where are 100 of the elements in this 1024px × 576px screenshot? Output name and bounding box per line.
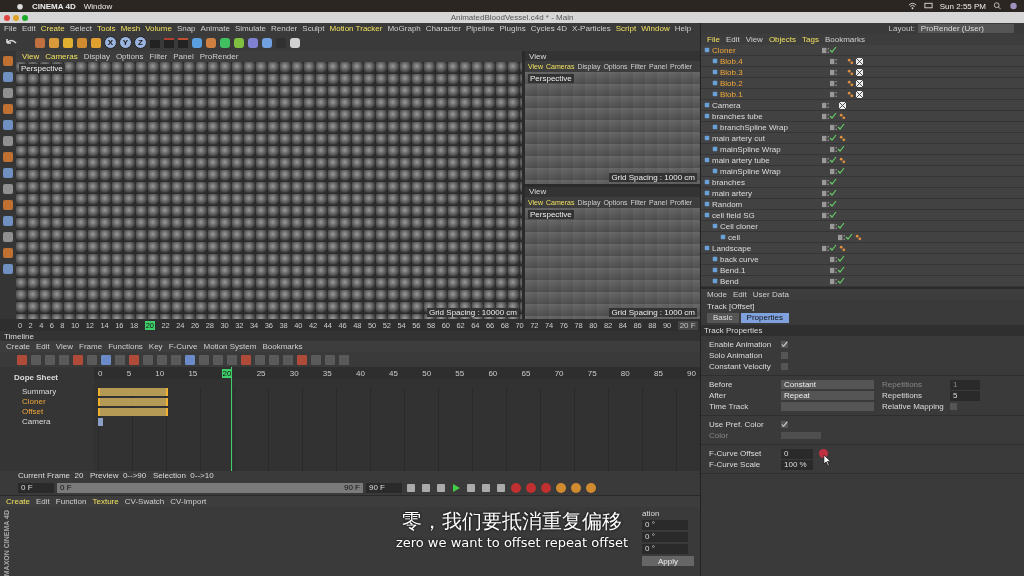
- menu-item[interactable]: View: [745, 35, 763, 44]
- enabled-check[interactable]: [837, 145, 845, 153]
- menu-item[interactable]: Tools: [96, 24, 116, 33]
- axis-lock-button[interactable]: X: [104, 36, 117, 49]
- tab[interactable]: Properties: [740, 313, 790, 323]
- object-name[interactable]: Blob.3: [720, 67, 743, 77]
- toolbar-icon[interactable]: [184, 353, 196, 366]
- viewport-render[interactable]: Perspective Grid Spacing : 1000 cm: [525, 207, 700, 319]
- enabled-check[interactable]: [829, 189, 837, 197]
- menu-item[interactable]: File: [707, 35, 720, 44]
- menu-item[interactable]: User Data: [752, 290, 789, 299]
- visibility-dots-icon[interactable]: [822, 134, 829, 142]
- object-name[interactable]: back curve: [720, 254, 759, 264]
- menu-item[interactable]: Edit: [36, 497, 50, 506]
- menu-item[interactable]: Script: [615, 24, 637, 33]
- menu-item[interactable]: Create: [6, 497, 30, 506]
- object-name[interactable]: Blob.4: [720, 56, 743, 66]
- object-name[interactable]: Blob.2: [720, 78, 743, 88]
- menu-item[interactable]: Motion Tracker: [329, 24, 383, 33]
- object-name[interactable]: Bend: [720, 276, 739, 286]
- visibility-dots-icon[interactable]: [822, 156, 829, 164]
- tool-icon[interactable]: [2, 55, 14, 67]
- visibility-dots-icon[interactable]: [830, 123, 837, 131]
- menu-item[interactable]: Filter: [149, 52, 168, 61]
- menu-item[interactable]: Objects: [768, 35, 796, 44]
- phong-tag-icon[interactable]: [855, 233, 862, 241]
- toolbar-icon[interactable]: [34, 36, 46, 49]
- visibility-dots-icon[interactable]: [830, 57, 837, 65]
- visibility-dots-icon[interactable]: [822, 189, 829, 197]
- tool-icon[interactable]: [2, 263, 14, 275]
- visibility-dots-icon[interactable]: [830, 266, 837, 274]
- toolbar-icon[interactable]: [191, 36, 203, 49]
- viewport-render[interactable]: Perspective Grid Spacing : 1000 cm: [525, 72, 700, 184]
- toolbar-icon[interactable]: [219, 36, 231, 49]
- object-name[interactable]: Bend.1: [720, 265, 746, 275]
- phong-tag-icon[interactable]: [839, 156, 846, 164]
- toolbar-icon[interactable]: [76, 36, 88, 49]
- toolbar-icon[interactable]: [100, 353, 112, 366]
- menu-item[interactable]: Plugins: [499, 24, 526, 33]
- visibility-dots-icon[interactable]: [822, 112, 829, 120]
- enabled-check[interactable]: [829, 46, 837, 54]
- menu-item[interactable]: Bookmarks: [262, 342, 303, 351]
- enabled-check[interactable]: [829, 112, 837, 120]
- playback-icon[interactable]: [495, 482, 507, 494]
- toolbar-icon[interactable]: [261, 36, 273, 49]
- menu-item[interactable]: Select: [69, 24, 92, 33]
- enabled-check[interactable]: [829, 178, 837, 186]
- dropdown[interactable]: Repeat: [781, 391, 874, 400]
- axis-lock-button[interactable]: Y: [119, 36, 132, 49]
- visibility-dots-icon[interactable]: [830, 277, 837, 285]
- menu-item[interactable]: MoGraph: [387, 24, 421, 33]
- playback-icon[interactable]: [420, 482, 432, 494]
- phong-tag-icon[interactable]: [847, 79, 854, 87]
- tool-icon[interactable]: [2, 87, 14, 99]
- visibility-dots-icon[interactable]: [830, 79, 837, 87]
- menu-item[interactable]: Tags: [802, 35, 819, 44]
- toolbar-icon[interactable]: [233, 36, 245, 49]
- tool-icon[interactable]: [2, 103, 14, 115]
- close-button[interactable]: [4, 14, 10, 21]
- phong-tag-icon[interactable]: [839, 112, 846, 120]
- visibility-dots-icon[interactable]: [822, 178, 829, 186]
- menu-item[interactable]: Display: [83, 52, 110, 61]
- menu-item[interactable]: Pipeline: [465, 24, 495, 33]
- menu-item[interactable]: Create: [6, 342, 30, 351]
- track-name[interactable]: Summary: [14, 387, 94, 397]
- menu-item[interactable]: F-Curve: [168, 342, 198, 351]
- checkbox[interactable]: [781, 341, 788, 348]
- object-name[interactable]: Landscape: [712, 243, 752, 253]
- menu-item[interactable]: Edit: [21, 24, 36, 33]
- visibility-dots-icon[interactable]: [822, 244, 829, 252]
- toolbar-icon[interactable]: [90, 36, 102, 49]
- enabled-check[interactable]: [829, 211, 837, 219]
- frame-field[interactable]: 0 F: [18, 483, 54, 493]
- object-name[interactable]: branches: [712, 177, 745, 187]
- object-name[interactable]: branches tube: [712, 111, 763, 121]
- object-name[interactable]: Camera: [712, 100, 741, 110]
- menu-item[interactable]: Edit: [733, 290, 747, 299]
- keyframe-tool-icon[interactable]: [555, 482, 567, 494]
- toolbar-icon[interactable]: [48, 36, 60, 49]
- menu-item[interactable]: Snap: [176, 24, 196, 33]
- toolbar-icon[interactable]: [205, 36, 217, 49]
- object-name[interactable]: mainSpline Wrap: [720, 166, 781, 176]
- dropdown[interactable]: Constant: [781, 380, 874, 389]
- viewport-render[interactable]: Perspective Grid Spacing : 10000 cm: [16, 62, 522, 319]
- toolbar-icon[interactable]: [289, 36, 301, 49]
- enabled-check[interactable]: [845, 233, 853, 241]
- object-name[interactable]: main artery tube: [712, 155, 770, 165]
- menu-item[interactable]: Edit: [725, 35, 740, 44]
- tool-icon[interactable]: [2, 247, 14, 259]
- enabled-check[interactable]: [829, 244, 837, 252]
- checker-tag-icon[interactable]: [856, 68, 863, 76]
- checkbox[interactable]: [781, 352, 788, 359]
- link-field[interactable]: [781, 402, 874, 411]
- menu-item[interactable]: Motion System: [203, 342, 257, 351]
- visibility-dots-icon[interactable]: [830, 255, 837, 263]
- object-name[interactable]: Random: [712, 199, 743, 209]
- visibility-dots-icon[interactable]: [830, 145, 837, 153]
- menu-item[interactable]: Window: [83, 1, 113, 11]
- search-icon[interactable]: [993, 2, 1002, 10]
- wifi-icon[interactable]: [907, 2, 917, 10]
